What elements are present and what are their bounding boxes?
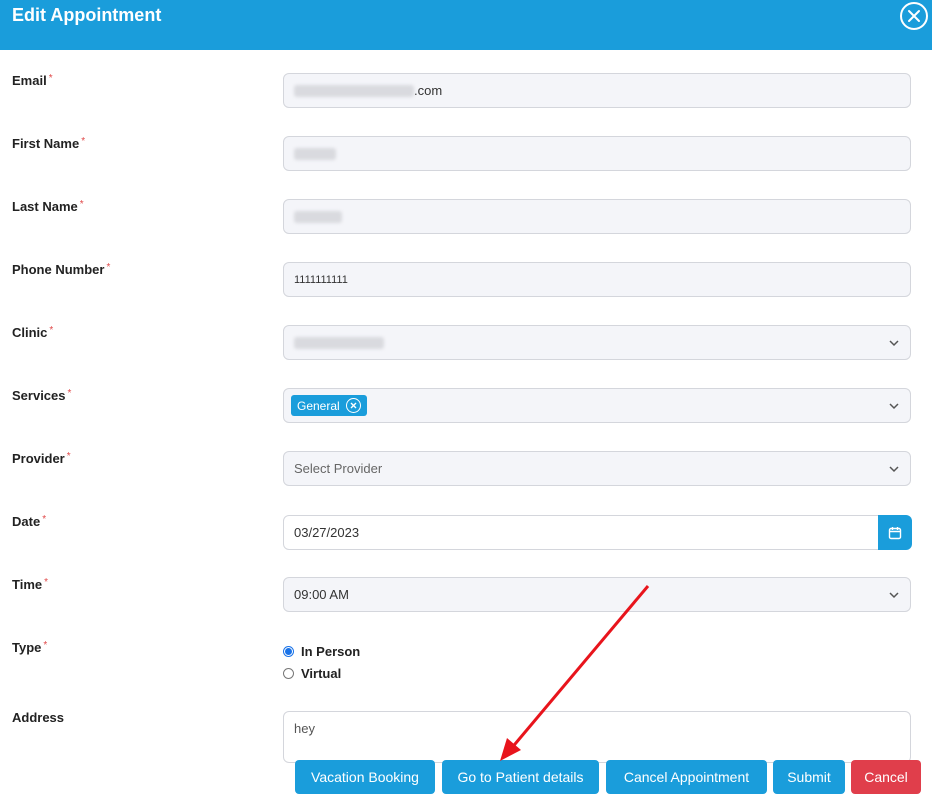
email-field[interactable]: .com <box>283 73 911 108</box>
type-label: Type * <box>12 640 48 655</box>
submit-button[interactable]: Submit <box>773 760 845 794</box>
radio-in-person[interactable]: In Person <box>283 644 360 659</box>
close-icon[interactable] <box>900 2 928 30</box>
services-label: Services * <box>12 388 72 403</box>
date-input[interactable]: 03/27/2023 <box>283 515 879 550</box>
go-to-patient-details-button[interactable]: Go to Patient details <box>442 760 599 794</box>
radio-virtual[interactable]: Virtual <box>283 666 341 681</box>
dialog-header: Edit Appointment <box>0 0 932 50</box>
chevron-down-icon <box>889 340 899 347</box>
chevron-down-icon <box>889 403 899 410</box>
clinic-select[interactable] <box>283 325 911 360</box>
last-name-field[interactable] <box>283 199 911 234</box>
service-tag: General <box>291 395 367 416</box>
calendar-icon[interactable] <box>878 515 912 550</box>
cancel-appointment-button[interactable]: Cancel Appointment <box>606 760 767 794</box>
clinic-label: Clinic * <box>12 325 54 340</box>
date-label: Date * <box>12 514 47 529</box>
services-select[interactable]: General <box>283 388 911 423</box>
provider-select[interactable]: Select Provider <box>283 451 911 486</box>
email-label: Email * <box>12 73 53 88</box>
first-name-label: First Name * <box>12 136 86 151</box>
vacation-booking-button[interactable]: Vacation Booking <box>295 760 435 794</box>
cancel-button[interactable]: Cancel <box>851 760 921 794</box>
chevron-down-icon <box>889 466 899 473</box>
time-select[interactable]: 09:00 AM <box>283 577 911 612</box>
radio-unchecked-icon[interactable] <box>283 668 294 679</box>
address-label: Address <box>12 710 65 725</box>
radio-checked-icon[interactable] <box>283 646 294 657</box>
dialog-title: Edit Appointment <box>12 5 162 25</box>
last-name-label: Last Name * <box>12 199 84 214</box>
phone-field[interactable]: 1111111111 <box>283 262 911 297</box>
phone-label: Phone Number * <box>12 262 111 277</box>
chevron-down-icon <box>889 592 899 599</box>
address-textarea[interactable]: hey <box>283 711 911 763</box>
provider-label: Provider * <box>12 451 71 466</box>
time-label: Time * <box>12 577 49 592</box>
first-name-field[interactable] <box>283 136 911 171</box>
remove-tag-icon[interactable] <box>345 398 361 413</box>
